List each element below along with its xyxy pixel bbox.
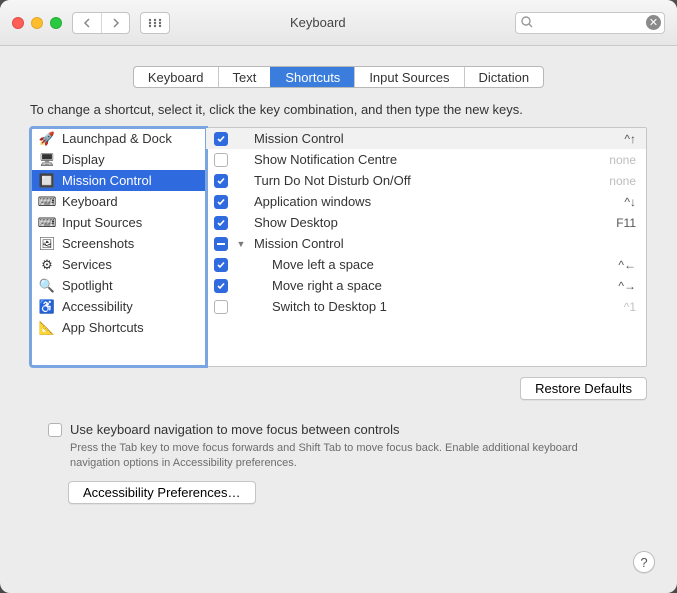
shortcut-row[interactable]: Move left a space ^←	[206, 254, 646, 275]
category-accessibility[interactable]: ♿ Accessibility	[31, 296, 205, 317]
shortcut-label: Application windows	[254, 194, 616, 209]
shortcut-row[interactable]: Show Notification Centre none	[206, 149, 646, 170]
window-title: Keyboard	[290, 15, 346, 30]
shortcut-checkbox[interactable]	[214, 300, 228, 314]
shortcut-row[interactable]: Mission Control ^↑	[206, 128, 646, 149]
input-sources-icon: ⌨	[39, 215, 55, 231]
category-label: Input Sources	[62, 215, 142, 230]
shortcut-key[interactable]: ^↑	[624, 132, 636, 146]
shortcut-checkbox[interactable]	[214, 237, 228, 251]
kb-nav-option: Use keyboard navigation to move focus be…	[30, 422, 647, 471]
search-icon	[520, 15, 534, 29]
services-icon: ⚙	[39, 257, 55, 273]
search-input[interactable]	[515, 12, 665, 34]
show-all-button[interactable]	[140, 12, 170, 34]
shortcut-label: Show Desktop	[254, 215, 608, 230]
shortcut-key[interactable]: none	[609, 174, 636, 188]
shortcut-label: Show Notification Centre	[254, 152, 601, 167]
category-label: Keyboard	[62, 194, 118, 209]
shortcut-key[interactable]: ^1	[624, 300, 636, 314]
category-launchpad-dock[interactable]: 🚀 Launchpad & Dock	[31, 128, 205, 149]
shortcut-row[interactable]: Application windows ^↓	[206, 191, 646, 212]
category-mission-control[interactable]: 🔲 Mission Control	[31, 170, 205, 191]
kb-nav-label: Use keyboard navigation to move focus be…	[70, 422, 630, 437]
spotlight-icon: 🔍	[39, 278, 55, 294]
category-spotlight[interactable]: 🔍 Spotlight	[31, 275, 205, 296]
instruction-text: To change a shortcut, select it, click t…	[30, 102, 647, 117]
category-label: Services	[62, 257, 112, 272]
category-label: Spotlight	[62, 278, 113, 293]
disclosure-icon[interactable]: ▼	[236, 239, 246, 249]
traffic-lights	[12, 17, 62, 29]
shortcut-key[interactable]: ^←	[618, 258, 636, 272]
kb-nav-checkbox[interactable]	[48, 423, 62, 437]
tab-dictation[interactable]: Dictation	[464, 67, 544, 87]
shortcut-key[interactable]: ^↓	[624, 195, 636, 209]
content: To change a shortcut, select it, click t…	[0, 102, 677, 504]
back-button[interactable]	[73, 13, 101, 33]
kb-nav-help: Press the Tab key to move focus forwards…	[70, 441, 630, 471]
close-icon[interactable]	[12, 17, 24, 29]
shortcut-checkbox[interactable]	[214, 216, 228, 230]
category-app-shortcuts[interactable]: 📐 App Shortcuts	[31, 317, 205, 338]
shortcut-panes: 🚀 Launchpad & Dock 🖥 Display 🔲 Mission Contro…	[30, 127, 647, 367]
shortcut-key[interactable]: F11	[616, 216, 636, 230]
category-label: App Shortcuts	[62, 320, 144, 335]
shortcut-label: Move left a space	[254, 257, 610, 272]
accessibility-icon: ♿	[39, 299, 55, 315]
prefs-window: Keyboard ✕ KeyboardTextShortcutsInput So…	[0, 0, 677, 593]
tab-input-sources[interactable]: Input Sources	[354, 67, 463, 87]
shortcut-key[interactable]: ^→	[618, 279, 636, 293]
category-display[interactable]: 🖥 Display	[31, 149, 205, 170]
screenshots-icon: 🖼	[39, 236, 55, 252]
mission-control-icon: 🔲	[39, 173, 55, 189]
shortcut-checkbox[interactable]	[214, 258, 228, 272]
zoom-icon[interactable]	[50, 17, 62, 29]
shortcut-row[interactable]: Turn Do Not Disturb On/Off none	[206, 170, 646, 191]
shortcut-row[interactable]: ▼ Mission Control	[206, 233, 646, 254]
search-wrap: ✕	[515, 12, 665, 34]
keyboard-icon: ⌨	[39, 194, 55, 210]
shortcut-label: Turn Do Not Disturb On/Off	[254, 173, 601, 188]
minimize-icon[interactable]	[31, 17, 43, 29]
help-button[interactable]: ?	[633, 551, 655, 573]
shortcut-checkbox[interactable]	[214, 174, 228, 188]
category-input-sources[interactable]: ⌨ Input Sources	[31, 212, 205, 233]
category-keyboard[interactable]: ⌨ Keyboard	[31, 191, 205, 212]
tab-shortcuts[interactable]: Shortcuts	[270, 67, 354, 87]
launchpad-dock-icon: 🚀	[39, 131, 55, 147]
accessibility-prefs-button[interactable]: Accessibility Preferences…	[68, 481, 256, 504]
tab-bar: KeyboardTextShortcutsInput SourcesDictat…	[0, 66, 677, 88]
shortcut-key[interactable]: none	[609, 153, 636, 167]
shortcut-label: Mission Control	[254, 236, 636, 251]
category-label: Accessibility	[62, 299, 133, 314]
display-icon: 🖥	[39, 152, 55, 168]
app-shortcuts-icon: 📐	[39, 320, 55, 336]
category-label: Launchpad & Dock	[62, 131, 172, 146]
shortcut-label: Move right a space	[254, 278, 610, 293]
clear-search-icon[interactable]: ✕	[646, 15, 661, 30]
shortcut-checkbox[interactable]	[214, 279, 228, 293]
shortcut-label: Mission Control	[254, 131, 616, 146]
shortcut-row[interactable]: Switch to Desktop 1 ^1	[206, 296, 646, 317]
shortcut-checkbox[interactable]	[214, 195, 228, 209]
category-label: Display	[62, 152, 105, 167]
category-list[interactable]: 🚀 Launchpad & Dock 🖥 Display 🔲 Mission Contro…	[31, 128, 206, 366]
tab-text[interactable]: Text	[218, 67, 271, 87]
shortcut-row[interactable]: Move right a space ^→	[206, 275, 646, 296]
category-label: Screenshots	[62, 236, 134, 251]
shortcut-checkbox[interactable]	[214, 132, 228, 146]
category-screenshots[interactable]: 🖼 Screenshots	[31, 233, 205, 254]
nav-back-forward	[72, 12, 130, 34]
category-label: Mission Control	[62, 173, 152, 188]
shortcut-label: Switch to Desktop 1	[254, 299, 616, 314]
forward-button[interactable]	[101, 13, 129, 33]
category-services[interactable]: ⚙ Services	[31, 254, 205, 275]
shortcut-list[interactable]: Mission Control ^↑ Show Notification Centr…	[206, 128, 646, 366]
tab-keyboard[interactable]: Keyboard	[134, 67, 218, 87]
titlebar: Keyboard ✕	[0, 0, 677, 46]
shortcut-row[interactable]: Show Desktop F11	[206, 212, 646, 233]
shortcut-checkbox[interactable]	[214, 153, 228, 167]
restore-defaults-button[interactable]: Restore Defaults	[520, 377, 647, 400]
